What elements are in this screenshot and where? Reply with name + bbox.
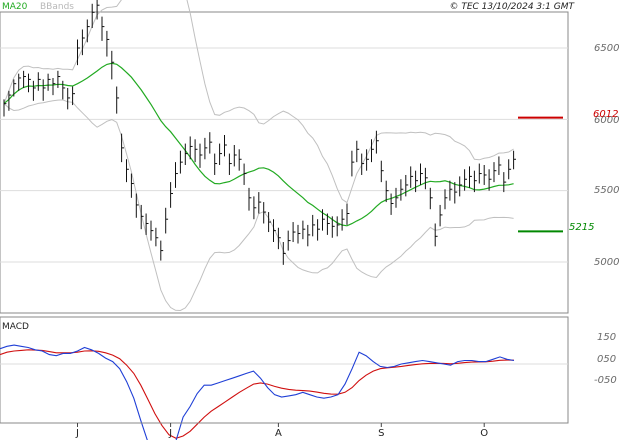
macd-tick-label: 050 xyxy=(597,354,616,365)
x-tick-label: J xyxy=(75,428,79,439)
credit-text: © TEC 13/10/2024 3:1 GMT xyxy=(449,2,575,12)
macd-panel xyxy=(0,316,569,424)
y-tick-label: 6500 xyxy=(594,43,619,54)
price-panel xyxy=(0,11,569,314)
x-axis: JJASO xyxy=(0,422,568,439)
macd-tick-label: -050 xyxy=(594,375,617,386)
macd-tick-label: 150 xyxy=(597,332,616,343)
y-tick-label: 5500 xyxy=(594,185,619,196)
support-label: 5215 xyxy=(569,222,594,233)
macd-title: MACD xyxy=(2,322,29,332)
x-tick-label: J xyxy=(168,428,172,439)
bbands-legend: BBands xyxy=(40,2,74,12)
y-tick-label: 5000 xyxy=(594,257,619,268)
x-tick-label: A xyxy=(275,428,282,439)
ma20-legend: MA20 xyxy=(2,2,28,12)
resistance-label: 6012 xyxy=(593,109,618,120)
x-tick-label: O xyxy=(480,428,488,439)
stock-chart: J J A S O MA20 BBands © TEC 13/10/2024 3:1 G… xyxy=(0,0,619,440)
x-tick-label: S xyxy=(378,428,384,439)
